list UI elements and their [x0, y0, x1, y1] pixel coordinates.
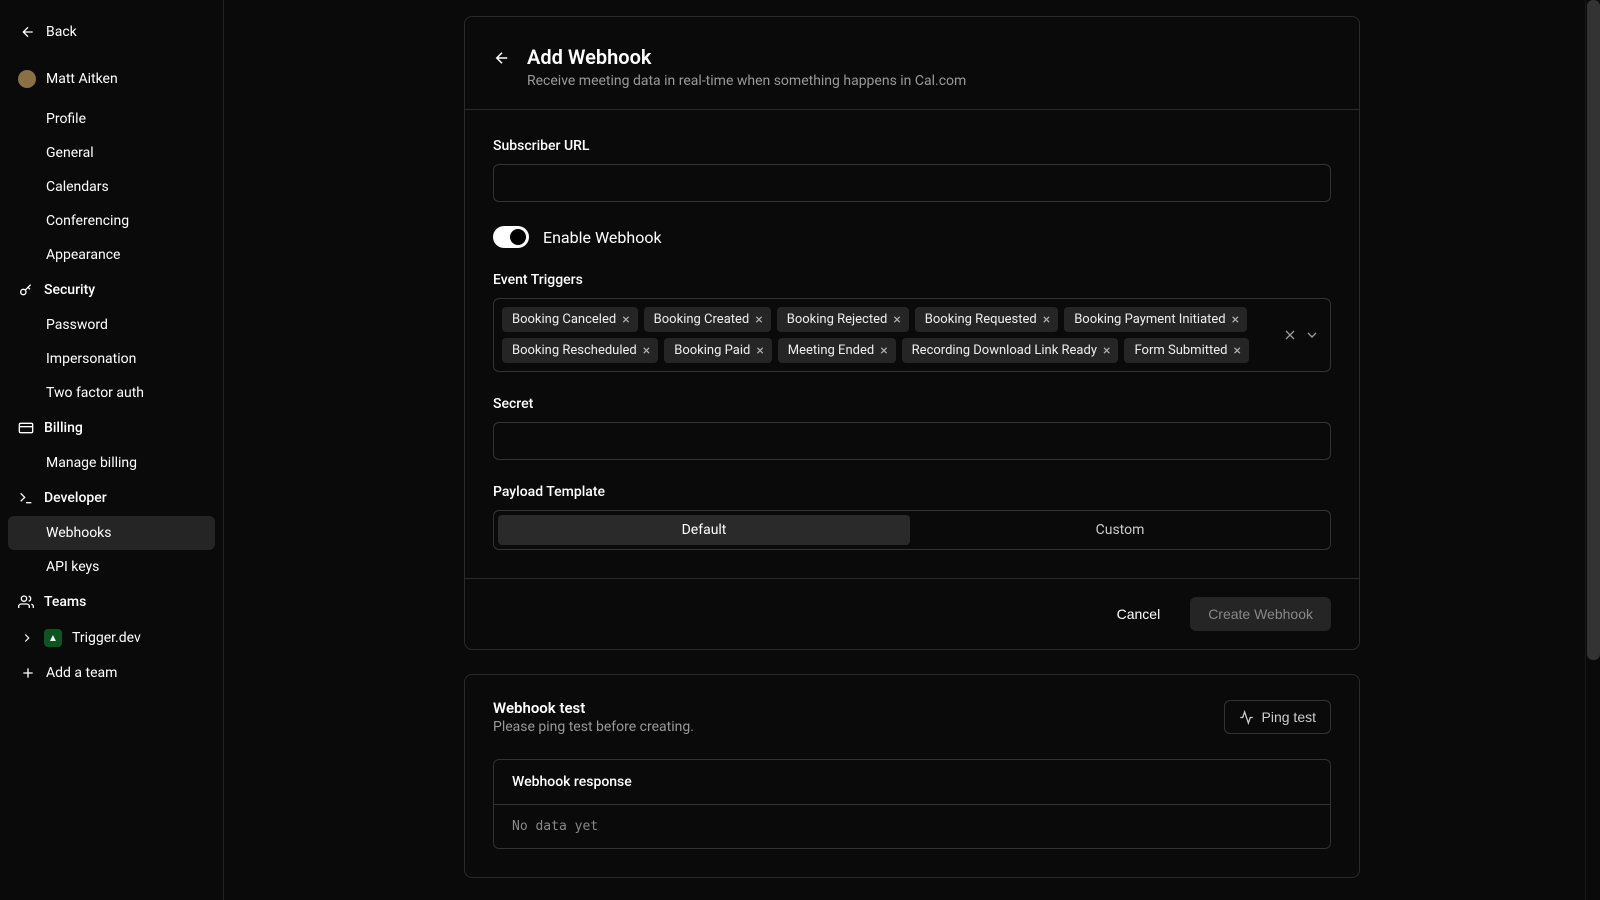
sidebar-item-profile[interactable]: Profile	[8, 102, 215, 136]
trigger-tag: Booking Requested ×	[915, 307, 1058, 332]
scrollbar[interactable]	[1585, 0, 1600, 900]
tag-text: Booking Paid	[674, 343, 750, 358]
trigger-tag: Booking Payment Initiated ×	[1064, 307, 1247, 332]
event-triggers-label: Event Triggers	[493, 272, 1331, 288]
payload-default-option[interactable]: Default	[498, 515, 910, 545]
secret-input[interactable]	[493, 422, 1331, 460]
secret-label: Secret	[493, 396, 1331, 412]
tag-text: Recording Download Link Ready	[912, 343, 1097, 358]
sidebar-item-webhooks[interactable]: Webhooks	[8, 516, 215, 550]
ping-test-button[interactable]: Ping test	[1224, 700, 1331, 734]
create-webhook-button[interactable]: Create Webhook	[1190, 597, 1331, 631]
remove-tag-icon[interactable]: ×	[622, 313, 629, 327]
remove-tag-icon[interactable]: ×	[893, 313, 900, 327]
chevron-down-icon[interactable]	[1304, 327, 1320, 343]
credit-card-icon	[18, 420, 34, 436]
enable-webhook-label: Enable Webhook	[543, 228, 662, 247]
team-name: Trigger.dev	[72, 630, 141, 646]
sidebar-item-api-keys[interactable]: API keys	[8, 550, 215, 584]
users-icon	[18, 594, 34, 610]
payload-template-segmented: Default Custom	[493, 510, 1331, 550]
webhook-test-title: Webhook test	[493, 699, 694, 717]
avatar	[18, 70, 36, 88]
trigger-tag: Booking Canceled ×	[502, 307, 638, 332]
tag-text: Booking Rejected	[787, 312, 888, 327]
key-icon	[18, 282, 34, 298]
event-triggers-input[interactable]: Booking Canceled × Booking Created × Booki…	[493, 298, 1331, 372]
trigger-tag: Booking Rejected ×	[777, 307, 909, 332]
trigger-tag: Recording Download Link Ready ×	[902, 338, 1119, 363]
arrow-left-icon	[20, 24, 36, 40]
form-back-button[interactable]	[493, 45, 511, 71]
scrollbar-thumb[interactable]	[1587, 0, 1600, 660]
payload-custom-option[interactable]: Custom	[914, 515, 1326, 545]
remove-tag-icon[interactable]: ×	[643, 344, 650, 358]
activity-icon	[1239, 710, 1254, 725]
arrow-left-icon	[493, 49, 511, 67]
sidebar-label: Billing	[44, 420, 83, 436]
sidebar-label: Teams	[44, 594, 86, 610]
webhook-test-subtitle: Please ping test before creating.	[493, 719, 694, 735]
sidebar-item-conferencing[interactable]: Conferencing	[8, 204, 215, 238]
subscriber-url-input[interactable]	[493, 164, 1331, 202]
sidebar-item-calendars[interactable]: Calendars	[8, 170, 215, 204]
add-team-button[interactable]: Add a team	[8, 656, 215, 690]
user-profile-link[interactable]: Matt Aitken	[8, 58, 215, 100]
sidebar-section-security: Security	[8, 272, 215, 308]
webhook-response-label: Webhook response	[494, 760, 1330, 805]
sidebar-label: Developer	[44, 490, 107, 506]
payload-template-label: Payload Template	[493, 484, 1331, 500]
terminal-icon	[18, 490, 34, 506]
page-subtitle: Receive meeting data in real-time when s…	[527, 73, 966, 89]
sidebar-item-general[interactable]: General	[8, 136, 215, 170]
tag-text: Meeting Ended	[788, 343, 874, 358]
trigger-tag: Booking Rescheduled ×	[502, 338, 658, 363]
cancel-button[interactable]: Cancel	[1099, 597, 1179, 631]
sidebar-item-appearance[interactable]: Appearance	[8, 238, 215, 272]
sidebar-item-impersonation[interactable]: Impersonation	[8, 342, 215, 376]
chevron-right-icon	[20, 631, 34, 645]
back-button[interactable]: Back	[8, 14, 215, 50]
sidebar-item-two-factor[interactable]: Two factor auth	[8, 376, 215, 410]
remove-tag-icon[interactable]: ×	[1233, 344, 1240, 358]
plus-icon	[20, 665, 36, 681]
sidebar-section-developer: Developer	[8, 480, 215, 516]
sidebar-item-manage-billing[interactable]: Manage billing	[8, 446, 215, 480]
team-logo: ▲	[44, 629, 62, 647]
remove-tag-icon[interactable]: ×	[1103, 344, 1110, 358]
remove-tag-icon[interactable]: ×	[1043, 313, 1050, 327]
enable-webhook-toggle[interactable]	[493, 226, 529, 248]
tag-text: Booking Rescheduled	[512, 343, 637, 358]
trigger-tag: Meeting Ended ×	[778, 338, 896, 363]
page-title: Add Webhook	[527, 45, 966, 69]
user-name: Matt Aitken	[46, 71, 118, 87]
trigger-tag: Form Submitted ×	[1124, 338, 1248, 363]
remove-tag-icon[interactable]: ×	[756, 344, 763, 358]
webhook-response-body: No data yet	[494, 805, 1330, 848]
remove-tag-icon[interactable]: ×	[880, 344, 887, 358]
clear-all-icon[interactable]	[1282, 327, 1298, 343]
sidebar-section-billing: Billing	[8, 410, 215, 446]
add-team-label: Add a team	[46, 665, 117, 681]
remove-tag-icon[interactable]: ×	[755, 313, 762, 327]
tag-text: Booking Requested	[925, 312, 1037, 327]
tag-text: Form Submitted	[1134, 343, 1227, 358]
subscriber-url-label: Subscriber URL	[493, 138, 1331, 154]
trigger-tag: Booking Paid ×	[664, 338, 772, 363]
sidebar-item-team[interactable]: ▲ Trigger.dev	[8, 620, 215, 656]
back-label: Back	[46, 24, 77, 40]
ping-test-label: Ping test	[1262, 709, 1316, 725]
trigger-tag: Booking Created ×	[644, 307, 771, 332]
sidebar-section-teams: Teams	[8, 584, 215, 620]
webhook-response-box: Webhook response No data yet	[493, 759, 1331, 849]
tag-text: Booking Payment Initiated	[1074, 312, 1225, 327]
tag-text: Booking Canceled	[512, 312, 616, 327]
tag-text: Booking Created	[654, 312, 750, 327]
sidebar-label: Security	[44, 282, 95, 298]
remove-tag-icon[interactable]: ×	[1232, 313, 1239, 327]
sidebar-item-password[interactable]: Password	[8, 308, 215, 342]
